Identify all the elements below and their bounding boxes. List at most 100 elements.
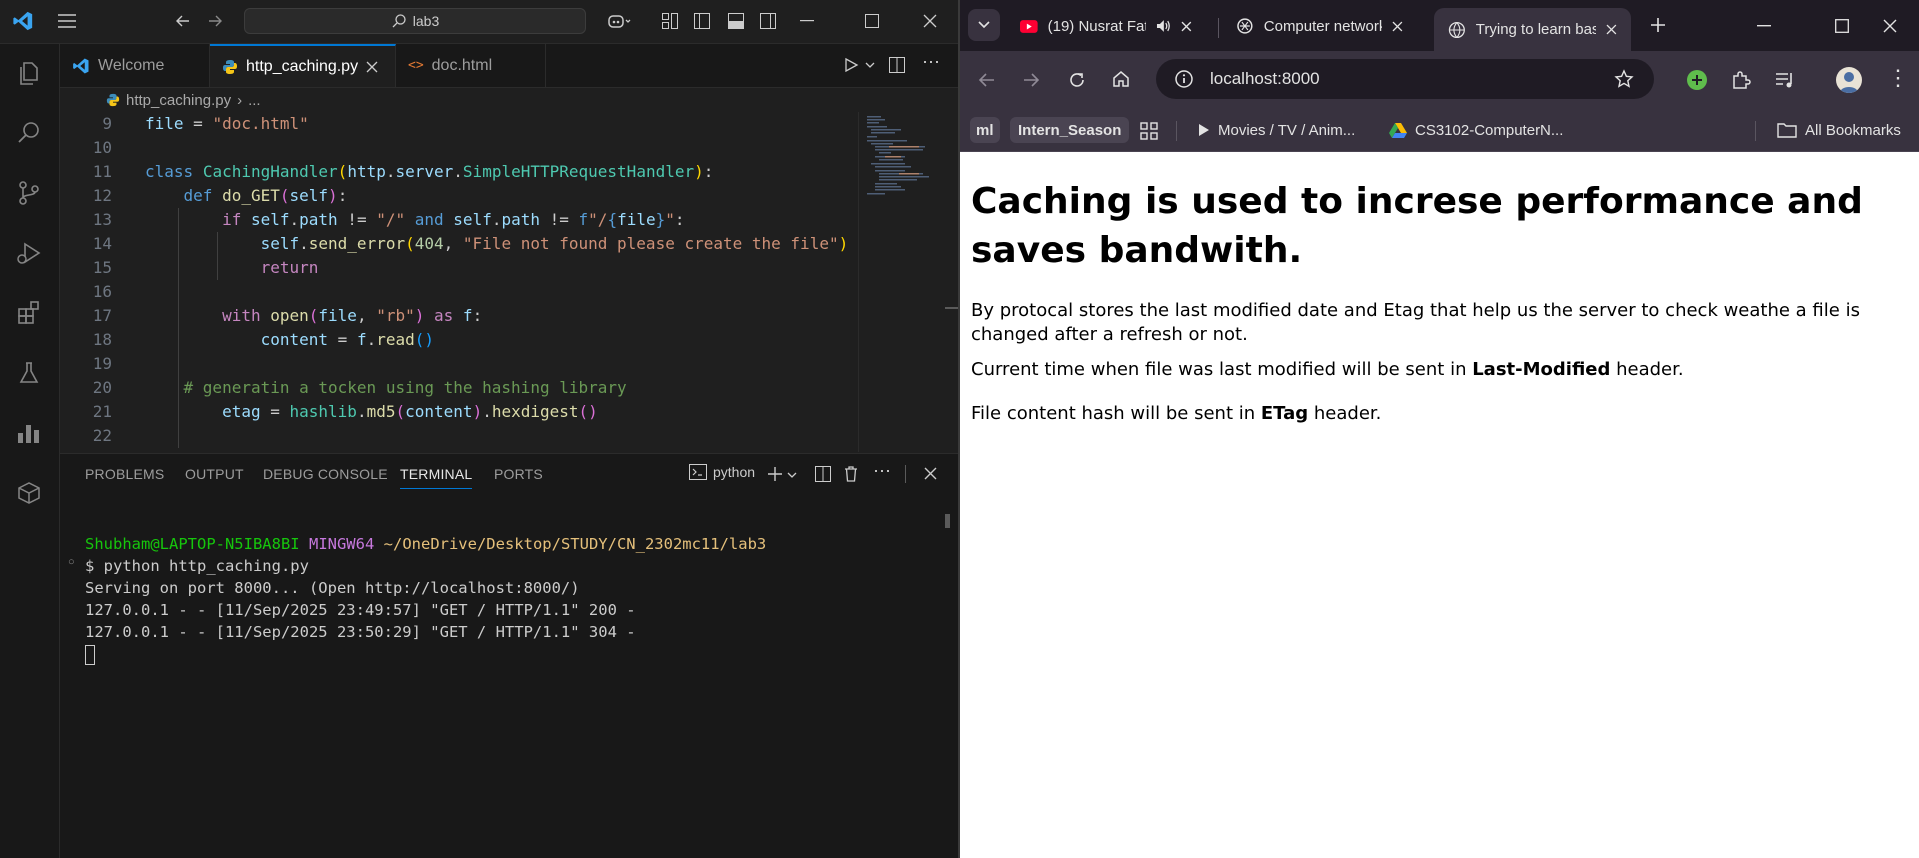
tab-problems[interactable]: PROBLEMS bbox=[85, 466, 164, 482]
home-icon[interactable] bbox=[1112, 70, 1130, 88]
header-name-last-modified: Last-Modified bbox=[1472, 359, 1611, 380]
tab-http-caching-py[interactable]: http_caching.py bbox=[210, 44, 396, 87]
code-line: 20 # generatin a tocken using the hashin… bbox=[60, 376, 858, 400]
more-actions-icon[interactable]: ⋯ bbox=[922, 52, 940, 73]
close-tab-icon[interactable] bbox=[1606, 24, 1617, 35]
toggle-panel-icon[interactable] bbox=[727, 12, 745, 30]
search-label: lab3 bbox=[412, 13, 440, 29]
split-terminal-icon[interactable] bbox=[815, 466, 831, 482]
bookmark-ml[interactable]: ml bbox=[970, 117, 1000, 143]
run-file-icon[interactable] bbox=[843, 57, 859, 73]
maximize-icon[interactable] bbox=[865, 14, 879, 28]
bookmark-cs3102[interactable]: CS3102-ComputerN... bbox=[1389, 117, 1563, 143]
copilot-icon[interactable] bbox=[606, 11, 632, 31]
line-number: 15 bbox=[92, 258, 112, 277]
command-center-search[interactable]: lab3 bbox=[244, 8, 586, 34]
tab-doc-html[interactable]: <> doc.html bbox=[396, 44, 546, 87]
minimize-icon[interactable] bbox=[800, 20, 814, 22]
more-actions-icon[interactable]: ⋯ bbox=[873, 461, 891, 482]
profile-avatar[interactable] bbox=[1836, 67, 1862, 93]
address-bar[interactable]: localhost:8000 bbox=[1156, 59, 1654, 99]
new-tab-icon[interactable] bbox=[1650, 17, 1666, 33]
customize-layout-icon[interactable] bbox=[661, 12, 679, 30]
source-control-icon[interactable] bbox=[14, 178, 44, 208]
play-icon bbox=[1199, 124, 1209, 136]
extension-plus-icon[interactable] bbox=[1686, 69, 1708, 91]
site-info-icon[interactable] bbox=[1174, 69, 1194, 89]
terminal-scrollbar[interactable] bbox=[945, 514, 950, 528]
split-editor-icon[interactable] bbox=[888, 56, 906, 74]
paragraph-text: Current time when file was last modified… bbox=[971, 359, 1473, 380]
line-number: 18 bbox=[92, 330, 112, 349]
close-tab-icon[interactable] bbox=[1392, 21, 1403, 32]
maximize-icon[interactable] bbox=[1835, 19, 1849, 33]
extensions-puzzle-icon[interactable] bbox=[1730, 69, 1752, 91]
extensions-icon[interactable] bbox=[14, 298, 44, 328]
chevron-down-icon[interactable] bbox=[787, 471, 797, 479]
kill-terminal-trash-icon[interactable] bbox=[843, 465, 859, 482]
terminal-output[interactable]: Shubham@LAPTOP-N5IBA8BI MINGW64 ~/OneDri… bbox=[85, 533, 766, 665]
breadcrumb-rest[interactable]: ... bbox=[248, 92, 261, 109]
minimap[interactable] bbox=[858, 112, 958, 452]
chrome-tab-chatgpt[interactable]: Computer network bbox=[1222, 8, 1417, 44]
toggle-secondary-sidebar-icon[interactable] bbox=[759, 12, 777, 30]
close-tab-icon[interactable] bbox=[1181, 21, 1192, 32]
apps-grid-icon[interactable] bbox=[1140, 122, 1158, 140]
breadcrumb-file[interactable]: http_caching.py bbox=[126, 92, 231, 109]
line-number: 9 bbox=[102, 114, 112, 133]
back-arrow-icon[interactable] bbox=[978, 71, 996, 89]
code-editor[interactable]: 9 file = "doc.html" 10 11 class CachingHan… bbox=[60, 112, 858, 452]
back-arrow-icon[interactable] bbox=[175, 13, 191, 29]
menu-icon[interactable] bbox=[57, 13, 77, 29]
command-decoration-icon[interactable]: ○ bbox=[68, 556, 75, 568]
chrome-menu-icon[interactable]: ⋮ bbox=[1887, 65, 1909, 91]
close-window-icon[interactable] bbox=[923, 14, 937, 28]
editor-tab-bar: Welcome http_caching.py <> doc.html ⋯ bbox=[60, 44, 958, 88]
tab-output[interactable]: OUTPUT bbox=[185, 466, 244, 482]
audio-playing-icon[interactable] bbox=[1156, 19, 1172, 33]
charts-icon[interactable] bbox=[14, 418, 44, 448]
chrome-tab-label: Trying to learn bas bbox=[1475, 21, 1597, 38]
reload-icon[interactable] bbox=[1068, 71, 1086, 89]
bookmark-intern-season[interactable]: Intern_Season bbox=[1010, 117, 1130, 143]
minimize-icon[interactable] bbox=[1757, 25, 1771, 27]
vscode-logo-icon bbox=[13, 11, 33, 31]
chrome-tab-localhost[interactable]: Trying to learn bas bbox=[1434, 8, 1631, 51]
run-debug-icon[interactable] bbox=[14, 238, 44, 268]
line-number: 19 bbox=[92, 354, 112, 373]
tab-debug-console[interactable]: DEBUG CONSOLE bbox=[263, 466, 388, 482]
close-tab-icon[interactable] bbox=[366, 61, 378, 73]
bookmark-star-icon[interactable] bbox=[1614, 69, 1634, 89]
search-sidebar-icon[interactable] bbox=[14, 118, 44, 148]
terminal-output-line: 127.0.0.1 - - [11/Sep/2025 23:50:29] "GE… bbox=[85, 623, 636, 641]
testing-flask-icon[interactable] bbox=[14, 358, 44, 388]
chrome-tab-youtube[interactable]: (19) Nusrat Fat bbox=[1006, 8, 1206, 44]
close-window-icon[interactable] bbox=[1883, 19, 1897, 33]
toggle-primary-sidebar-icon[interactable] bbox=[693, 12, 711, 30]
line-number: 21 bbox=[92, 402, 112, 421]
tab-ports[interactable]: PORTS bbox=[494, 466, 543, 482]
tab-search-button[interactable] bbox=[968, 9, 1000, 41]
all-bookmarks[interactable]: All Bookmarks bbox=[1777, 117, 1901, 143]
tab-label: doc.html bbox=[431, 56, 493, 74]
chrome-toolbar: localhost:8000 ⋮ bbox=[960, 51, 1919, 109]
new-terminal-icon[interactable] bbox=[767, 466, 783, 482]
media-controls-icon[interactable] bbox=[1774, 70, 1796, 90]
explorer-icon[interactable] bbox=[14, 58, 44, 88]
chevron-down-icon bbox=[978, 21, 990, 29]
activity-bar bbox=[0, 44, 60, 858]
remote-containers-icon[interactable] bbox=[14, 478, 44, 508]
breadcrumb[interactable]: http_caching.py › ... bbox=[60, 88, 958, 112]
tab-terminal[interactable]: TERMINAL bbox=[400, 466, 473, 489]
code-line: 9 file = "doc.html" bbox=[60, 112, 858, 136]
forward-arrow-icon[interactable] bbox=[207, 13, 223, 29]
globe-icon bbox=[1448, 21, 1465, 38]
tab-welcome[interactable]: Welcome bbox=[60, 44, 210, 87]
terminal-selector[interactable]: python bbox=[689, 464, 755, 480]
page-heading: Caching is used to increse performance a… bbox=[971, 181, 1863, 271]
chevron-down-icon[interactable] bbox=[865, 61, 875, 69]
close-panel-icon[interactable] bbox=[924, 467, 937, 480]
code-line: 19 bbox=[60, 352, 858, 376]
bookmark-movies[interactable]: Movies / TV / Anim... bbox=[1198, 117, 1355, 143]
forward-arrow-icon[interactable] bbox=[1022, 71, 1040, 89]
